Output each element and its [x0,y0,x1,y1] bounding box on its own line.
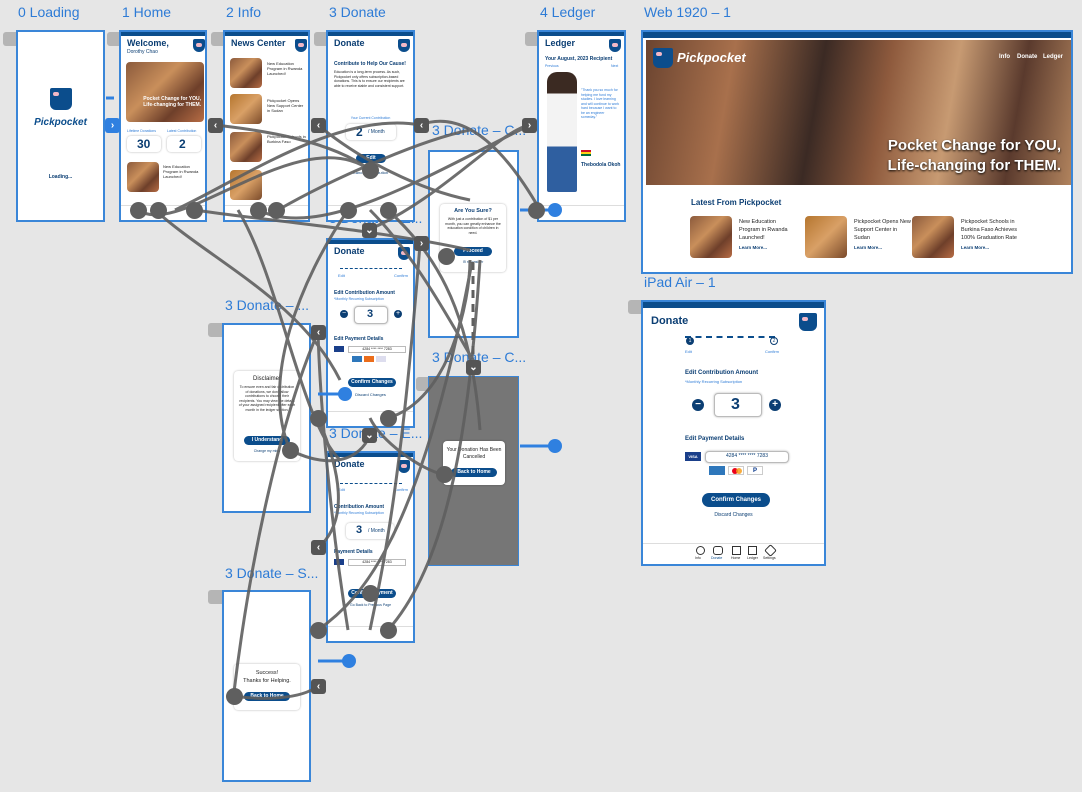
connector [316,331,350,631]
connector-start-dot[interactable] [342,654,356,668]
connector-node[interactable] [130,202,147,219]
chevron-left-icon[interactable]: ‹ [311,325,326,340]
connector-start-dot[interactable] [548,439,562,453]
connector-node[interactable] [362,162,379,179]
connector-node[interactable] [362,585,379,602]
connector [153,208,342,381]
connector-node[interactable] [340,202,357,219]
connector-node[interactable] [226,688,243,705]
connector-node[interactable] [380,410,397,427]
chevron-right-icon[interactable]: › [105,118,120,133]
chevron-down-icon[interactable]: ⌄ [362,428,377,443]
connector-node[interactable] [282,442,299,459]
connector-node[interactable] [528,202,545,219]
connector [368,243,422,631]
connector [419,119,542,211]
chevron-left-icon[interactable]: ‹ [311,540,326,555]
connector-node[interactable] [380,202,397,219]
chevron-left-icon[interactable]: ‹ [208,118,223,133]
chevron-right-icon[interactable]: › [414,236,429,251]
connector-node[interactable] [380,622,397,639]
chevron-left-icon[interactable]: ‹ [414,118,429,133]
connector-node[interactable] [438,248,455,265]
connector-node[interactable] [436,466,453,483]
chevron-left-icon[interactable]: ‹ [311,118,326,133]
connector-node[interactable] [310,410,327,427]
chevron-down-icon[interactable]: ⌄ [466,360,481,375]
connector [232,331,320,693]
connector-start-dot[interactable] [548,203,562,217]
connector-start-dot[interactable] [338,387,352,401]
connector-node[interactable] [250,202,267,219]
chevron-right-icon[interactable]: › [522,118,537,133]
connector-node[interactable] [186,202,203,219]
chevron-left-icon[interactable]: ‹ [311,679,326,694]
connector [233,684,319,700]
connector-node[interactable] [150,202,167,219]
connector-node[interactable] [310,622,327,639]
chevron-down-icon[interactable]: ⌄ [362,223,377,238]
connector-node[interactable] [268,202,285,219]
prototype-connectors [106,96,556,700]
